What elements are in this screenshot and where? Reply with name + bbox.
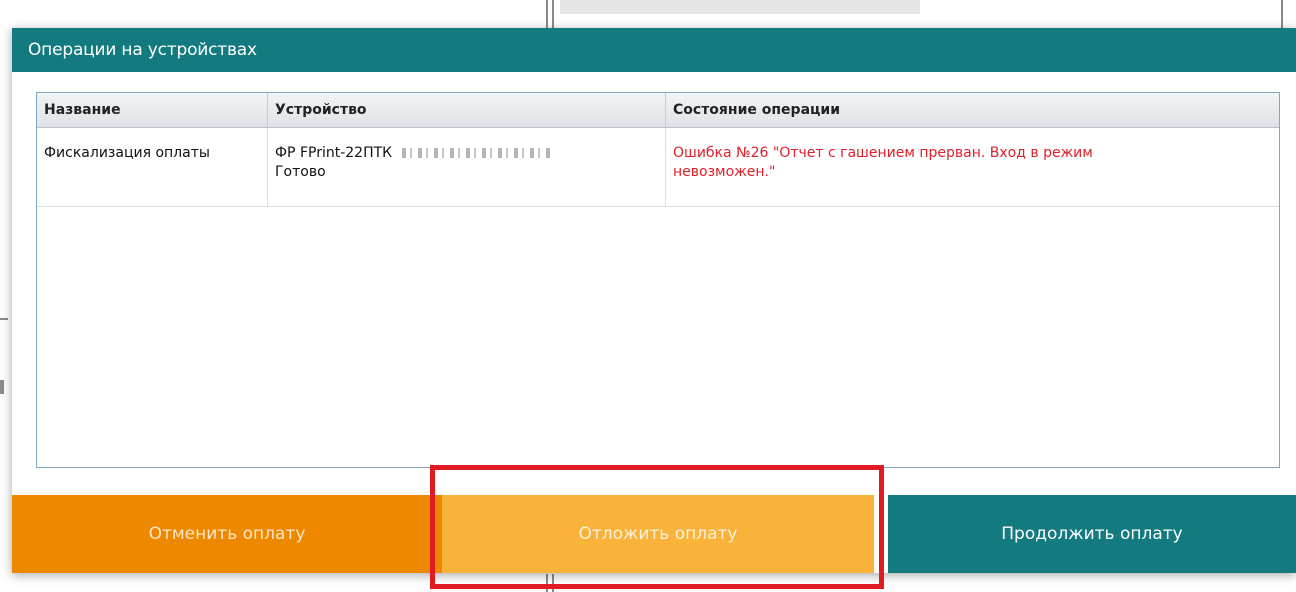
device-operations-dialog: Операции на устройствах Название Устройс… [12,28,1296,573]
table-header: Название Устройство Состояние операции [37,93,1279,128]
background-divider [552,0,554,28]
background-divider [552,574,554,592]
device-state-text: Готово [275,164,326,180]
background-divider [1281,0,1283,28]
cancel-payment-button[interactable]: Отменить оплату [12,495,442,573]
cell-operation-name: Фискализация оплаты [37,128,268,206]
redacted-serial [402,148,553,158]
background-divider [546,0,548,28]
dialog-title: Операции на устройствах [12,28,1296,72]
operation-name-text: Фискализация оплаты [44,145,210,161]
device-name-text: ФР FPrint-22ПТК [275,145,393,161]
background-divider [0,380,4,394]
continue-payment-button[interactable]: Продолжить оплату [888,495,1296,573]
table-row[interactable]: Фискализация оплаты ФР FPrint-22ПТК Гото… [37,128,1279,207]
column-header-status[interactable]: Состояние операции [666,93,1279,127]
postpone-payment-button[interactable]: Отложить оплату [442,495,874,573]
operations-table: Название Устройство Состояние операции Ф… [36,92,1280,468]
cell-operation-status: Ошибка №26 "Отчет с гашением прерван. Вх… [666,128,1279,206]
column-header-device[interactable]: Устройство [268,93,666,127]
cell-device: ФР FPrint-22ПТК Готово [268,128,666,206]
background-divider [0,318,8,320]
column-header-name[interactable]: Название [37,93,268,127]
background-panel [560,0,920,14]
error-status-text: Ошибка №26 "Отчет с гашением прерван. Вх… [673,145,1093,180]
background-divider [546,574,548,592]
